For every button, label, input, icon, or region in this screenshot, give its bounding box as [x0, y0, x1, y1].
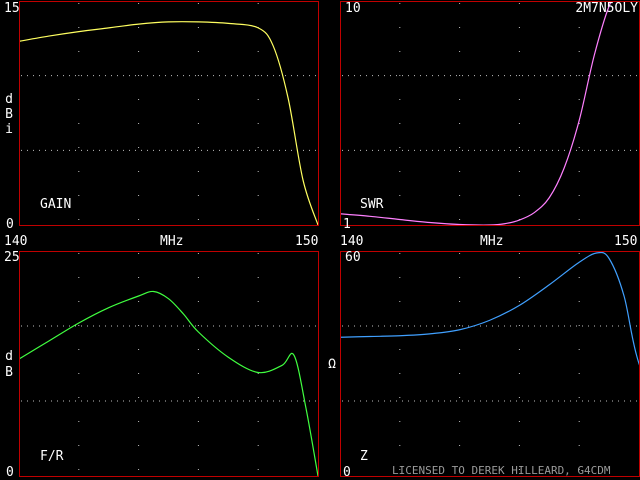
- swr-panel-title: SWR: [360, 197, 384, 212]
- swr-xunit-label: MHz: [480, 234, 504, 249]
- gain-curve: [20, 21, 318, 225]
- gain-unit-d: d: [5, 92, 13, 107]
- gain-unit-i: i: [5, 122, 13, 137]
- z-curve: [341, 252, 639, 366]
- swr-ymin-label: 1: [343, 217, 351, 232]
- fr-ymin-label: 0: [6, 465, 14, 480]
- gain-unit-B: B: [5, 107, 13, 122]
- z-panel-title: Z: [360, 449, 368, 464]
- fr-unit-d: d: [5, 349, 13, 364]
- swr-xmax-label: 150: [614, 234, 638, 249]
- fr-unit-B: B: [5, 365, 13, 380]
- gain-xmin-label: 140: [4, 234, 28, 249]
- fr-frame: [19, 251, 319, 477]
- z-frame: [340, 251, 640, 477]
- fr-ymax-label: 25: [4, 250, 20, 265]
- gain-xmax-label: 150: [295, 234, 319, 249]
- z-ymin-label: 0: [343, 465, 351, 480]
- plots-canvas: [19, 1, 640, 477]
- gain-frame: [19, 1, 319, 226]
- gain-ymax-label: 15: [4, 1, 20, 16]
- swr-xmin-label: 140: [340, 234, 364, 249]
- swr-frame: [340, 1, 640, 226]
- fr-panel-title: F/R: [40, 449, 64, 464]
- callsign-label: 2M7N5OLY: [575, 1, 638, 16]
- fr-curve: [20, 290, 318, 476]
- gain-xunit-label: MHz: [160, 234, 184, 249]
- swr-curve: [341, 2, 612, 225]
- z-ymax-label: 60: [345, 250, 361, 265]
- gain-panel-title: GAIN: [40, 197, 72, 212]
- license-notice: LICENSED TO DEREK HILLEARD, G4CDM: [392, 464, 611, 477]
- swr-ymax-label: 10: [345, 1, 361, 16]
- z-unit-ohm: Ω: [328, 357, 336, 372]
- gain-ymin-label: 0: [6, 217, 14, 232]
